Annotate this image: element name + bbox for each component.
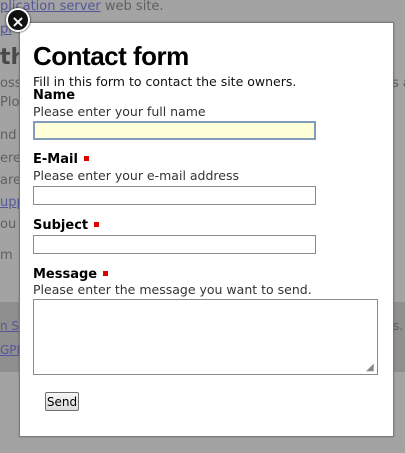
subject-field[interactable] [33, 235, 316, 254]
required-marker [94, 222, 100, 227]
email-field[interactable] [33, 186, 316, 205]
message-help: Please enter the message you want to sen… [33, 282, 312, 297]
background-line: m [0, 248, 13, 263]
subject-label: Subject [33, 218, 100, 233]
background-line: are [0, 173, 22, 188]
email-help: Please enter your e-mail address [33, 168, 239, 183]
required-marker [83, 156, 89, 161]
contact-form-dialog: Contact form Fill in this form to contac… [19, 22, 394, 437]
email-label: E-Mail [33, 152, 89, 167]
background-line: Plo [0, 95, 20, 110]
background-footer-link: n S [0, 319, 20, 333]
background-line: nd [0, 128, 17, 143]
background-line: ere [0, 151, 22, 166]
dialog-title: Contact form [33, 41, 189, 71]
message-field[interactable] [33, 299, 378, 375]
background-line: ou [0, 217, 17, 232]
required-marker [103, 271, 109, 276]
name-field[interactable] [33, 121, 316, 140]
name-label: Name [33, 88, 76, 103]
close-icon[interactable]: × [6, 8, 30, 32]
form-intro: Fill in this form to contact the site ow… [33, 74, 297, 89]
send-button[interactable]: Send [45, 392, 79, 411]
background-footer-text: s. [393, 319, 404, 333]
name-help: Please enter your full name [33, 104, 206, 119]
message-label: Message [33, 267, 109, 282]
